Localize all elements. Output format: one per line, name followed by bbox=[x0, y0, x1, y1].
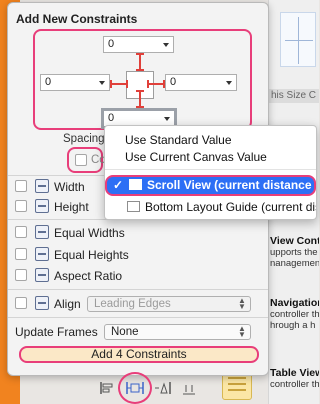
width-label: Width bbox=[54, 180, 85, 194]
height-checkbox[interactable] bbox=[15, 200, 27, 212]
top-spacing-combo[interactable]: 0 bbox=[103, 36, 174, 53]
chevron-down-icon[interactable] bbox=[99, 80, 105, 85]
align-select-value: Leading Edges bbox=[94, 298, 171, 310]
menu-item-scroll-view[interactable]: ✓ Scroll View (current distance = 0) bbox=[105, 175, 316, 196]
divider bbox=[8, 317, 268, 318]
top-strut-cap bbox=[136, 69, 144, 71]
aspect-ratio-label: Aspect Ratio bbox=[54, 269, 123, 283]
popover-title: Add New Constraints bbox=[16, 12, 138, 26]
menu-item-scroll-view-label: Scroll View (current distance = 0) bbox=[147, 178, 314, 192]
aspect-ratio-icon bbox=[35, 268, 49, 282]
library-item-desc: controller th bbox=[270, 379, 319, 390]
left-spacing-combo[interactable]: 0 bbox=[40, 74, 110, 91]
updown-chevron-icon: ▲ ▼ bbox=[238, 296, 246, 311]
library-item-navigation-controller[interactable]: Navigation controller th hrough a h bbox=[268, 298, 319, 331]
width-checkbox[interactable] bbox=[15, 180, 27, 192]
bottom-spacing-value: 0 bbox=[108, 112, 115, 124]
equal-heights-label: Equal Heights bbox=[54, 248, 129, 262]
bottom-strut-cap bbox=[136, 106, 144, 108]
resolve-icon-glyph bbox=[155, 382, 171, 394]
menu-item-standard-value[interactable]: Use Standard Value bbox=[105, 132, 316, 148]
update-frames-value: None bbox=[111, 326, 139, 338]
size-class-label: his Size C bbox=[268, 89, 319, 103]
update-frames-label: Update Frames bbox=[15, 325, 98, 339]
library-item-desc: upports the bbox=[270, 247, 318, 258]
library-item-title: Navigation bbox=[270, 298, 319, 309]
constrain-margins-checkbox[interactable] bbox=[75, 154, 87, 166]
pin-button-highlight bbox=[118, 372, 152, 404]
checkmark-icon: ✓ bbox=[113, 178, 124, 192]
left-strut-cap bbox=[126, 80, 128, 88]
updown-chevron-icon: ▲ ▼ bbox=[238, 324, 246, 339]
align-select[interactable]: Leading Edges ▲ ▼ bbox=[87, 296, 251, 312]
menu-separator bbox=[105, 169, 316, 170]
height-icon bbox=[35, 199, 49, 213]
bottom-spacing-menu: Use Standard Value Use Current Canvas Va… bbox=[104, 125, 317, 220]
chevron-down-icon[interactable] bbox=[164, 116, 170, 121]
width-icon bbox=[35, 179, 49, 193]
library-item-table-view-controller[interactable]: Table View controller th bbox=[268, 368, 319, 390]
update-frames-select[interactable]: None ▲ ▼ bbox=[104, 324, 251, 340]
menu-item-canvas-value[interactable]: Use Current Canvas Value bbox=[105, 149, 316, 165]
chevron-down-icon[interactable] bbox=[226, 80, 232, 85]
library-item-desc: hrough a h bbox=[270, 320, 316, 331]
equal-heights-checkbox[interactable] bbox=[15, 248, 27, 260]
library-item-view-controller[interactable]: View Cont upports the nanagement bbox=[268, 236, 319, 269]
library-item-desc: nanagement bbox=[270, 258, 319, 269]
top-spacing-value: 0 bbox=[108, 38, 115, 50]
right-strut-cap bbox=[147, 80, 149, 88]
left-spacing-value: 0 bbox=[45, 76, 52, 88]
align-checkbox[interactable] bbox=[15, 297, 27, 309]
add-constraints-button[interactable]: Add 4 Constraints bbox=[19, 346, 259, 363]
chevron-down-icon[interactable] bbox=[163, 42, 169, 47]
left-strut-cap bbox=[110, 80, 112, 88]
resizing-toolbar-icon[interactable] bbox=[180, 381, 198, 397]
equal-widths-checkbox[interactable] bbox=[15, 226, 27, 238]
library-item-desc: controller th bbox=[270, 309, 319, 320]
aspect-ratio-checkbox[interactable] bbox=[15, 269, 27, 281]
library-item-title: View Cont bbox=[270, 236, 319, 247]
equal-heights-icon bbox=[35, 247, 49, 261]
align-icon-glyph bbox=[100, 382, 113, 394]
inspector-preview-icon bbox=[280, 12, 316, 67]
equal-widths-label: Equal Widths bbox=[54, 226, 125, 240]
right-spacing-combo[interactable]: 0 bbox=[165, 74, 237, 91]
resolve-issues-icon[interactable] bbox=[154, 381, 172, 397]
divider bbox=[8, 289, 268, 290]
align-icon bbox=[35, 296, 49, 310]
align-toolbar-icon[interactable] bbox=[98, 381, 116, 397]
height-label: Height bbox=[54, 200, 89, 214]
right-spacing-value: 0 bbox=[170, 76, 177, 88]
menu-item-bottom-layout-guide-label: Bottom Layout Guide (current distance = … bbox=[145, 200, 316, 214]
equal-widths-icon bbox=[35, 225, 49, 239]
top-strut-cap bbox=[136, 53, 144, 55]
library-item-title: Table View bbox=[270, 368, 319, 379]
view-thumbnail-icon bbox=[129, 179, 142, 190]
menu-item-bottom-layout-guide[interactable]: Bottom Layout Guide (current distance = … bbox=[105, 199, 316, 215]
bottom-strut-cap bbox=[136, 90, 144, 92]
right-strut-cap bbox=[163, 80, 165, 88]
resize-icon-glyph bbox=[183, 385, 195, 395]
align-label: Align bbox=[54, 297, 81, 311]
view-thumbnail-icon bbox=[127, 201, 140, 212]
spacing-label: Spacing bbox=[63, 133, 105, 145]
